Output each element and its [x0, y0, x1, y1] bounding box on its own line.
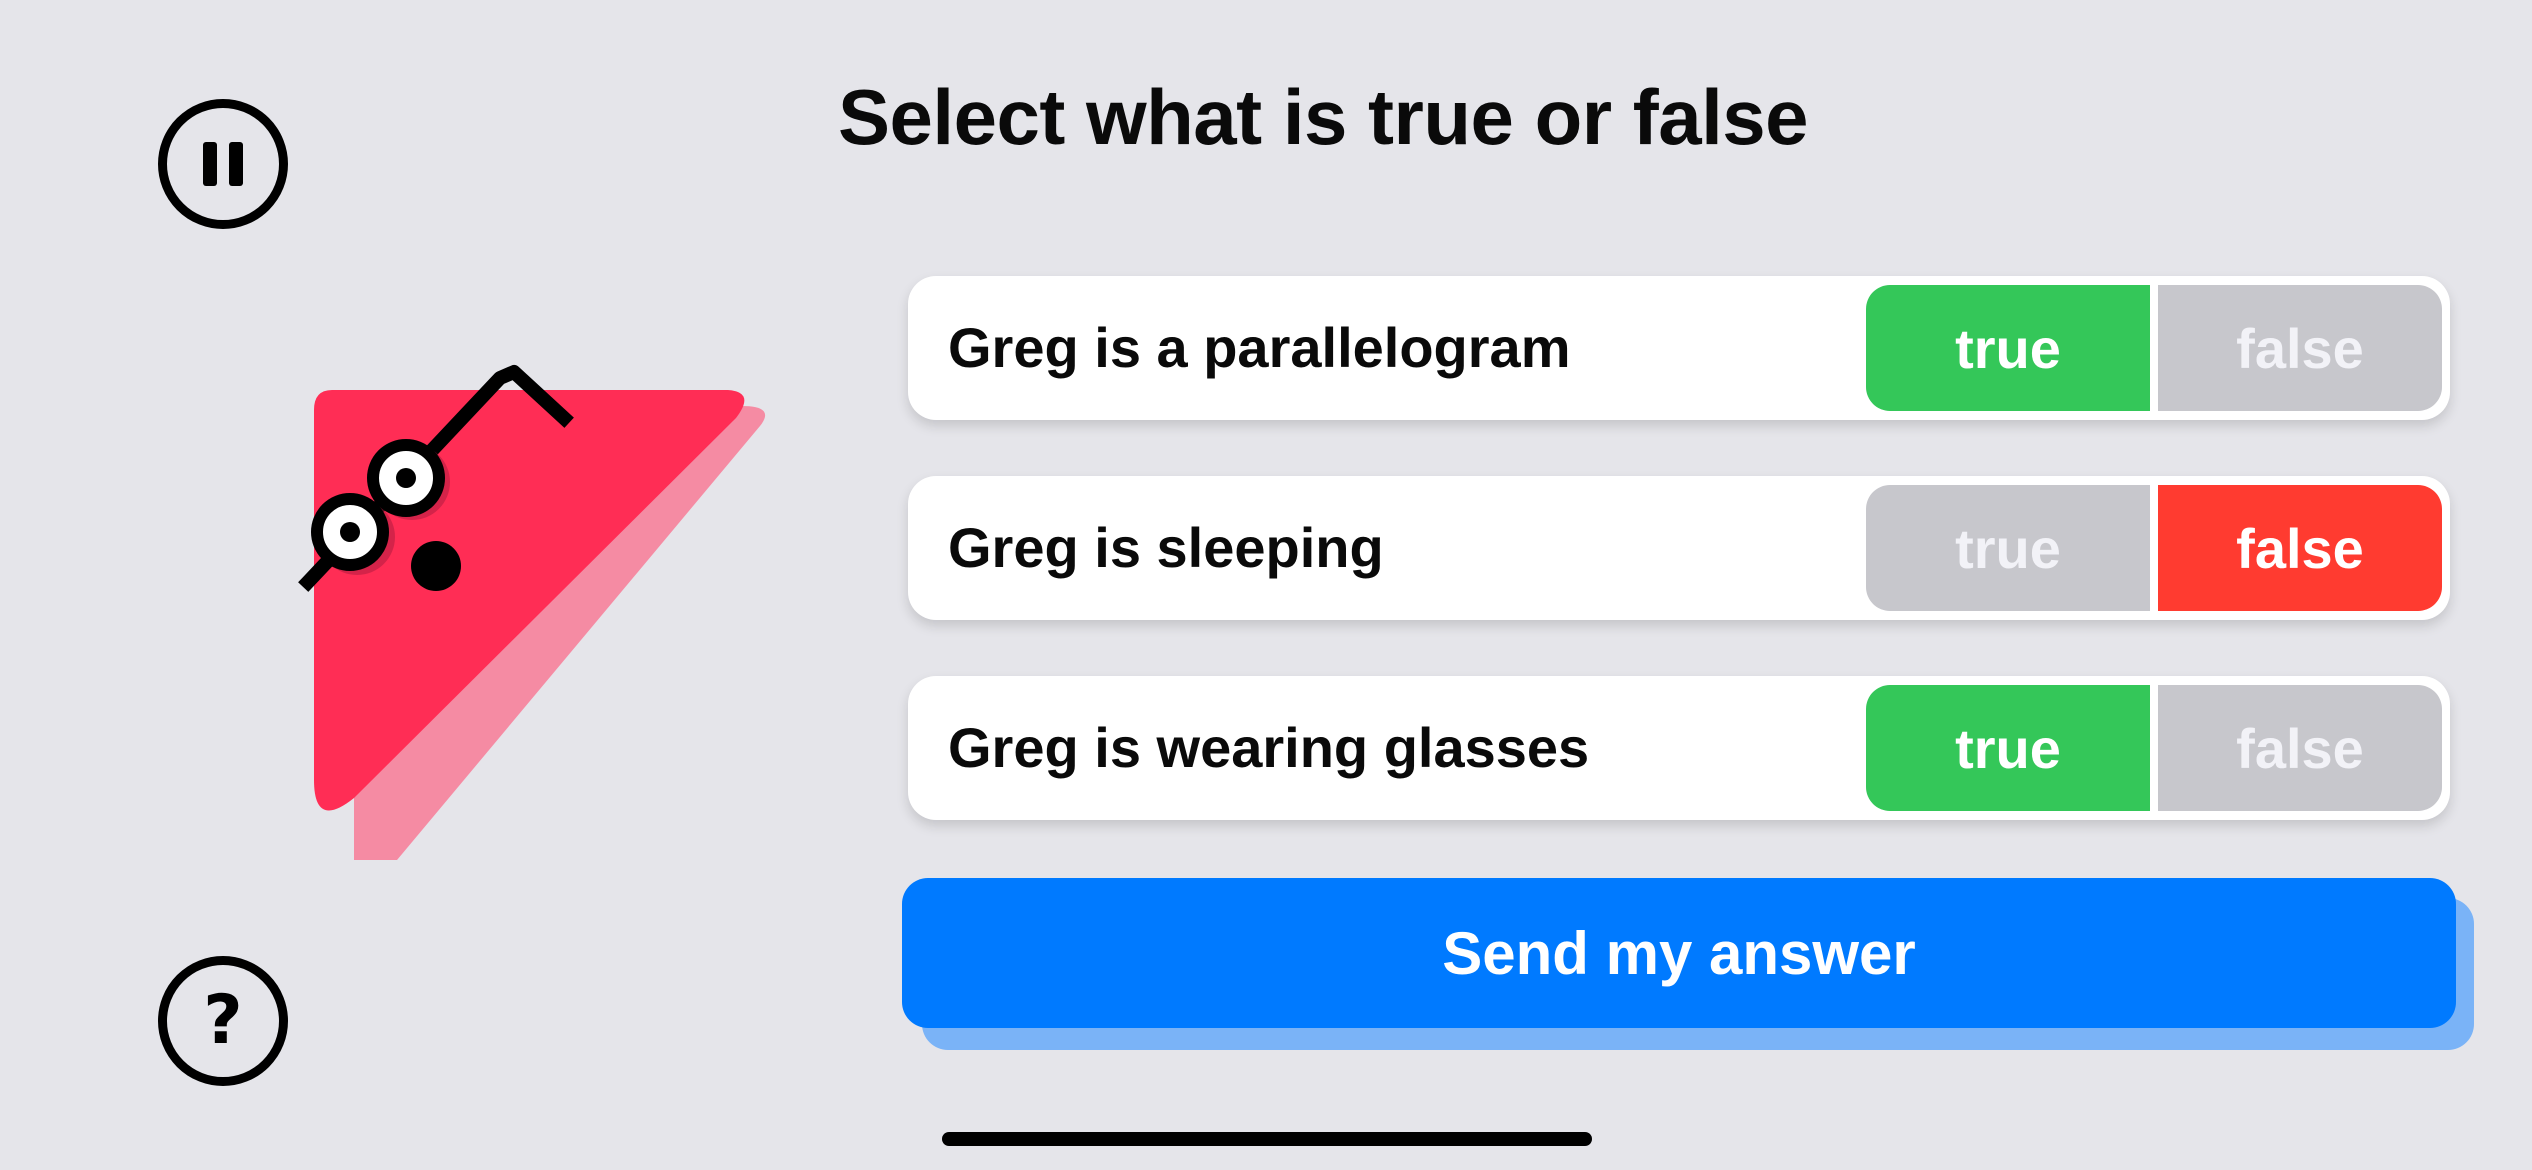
statement-row: Greg is wearing glasses true false [908, 676, 2450, 820]
true-option[interactable]: true [1866, 485, 2150, 611]
false-option[interactable]: false [2158, 285, 2442, 411]
true-false-toggle: true false [1866, 485, 2442, 611]
statement-row: Greg is a parallelogram true false [908, 276, 2450, 420]
true-option[interactable]: true [1866, 685, 2150, 811]
greg-triangle-character [298, 365, 765, 860]
quiz-screen: Select what is true or false Greg is a p… [0, 0, 2532, 1170]
true-false-toggle: true false [1866, 685, 2442, 811]
statement-label: Greg is a parallelogram [948, 316, 1571, 379]
pause-button[interactable] [158, 99, 288, 229]
send-answer-container: Send my answer [902, 878, 2474, 1050]
statement-label: Greg is sleeping [948, 516, 1384, 579]
send-answer-button[interactable]: Send my answer [902, 878, 2456, 1028]
false-option[interactable]: false [2158, 485, 2442, 611]
help-button[interactable]: ? [158, 956, 288, 1086]
statement-list: Greg is a parallelogram true false Greg … [908, 276, 2450, 876]
false-option[interactable]: false [2158, 685, 2442, 811]
mouth [411, 541, 461, 591]
statement-row: Greg is sleeping true false [908, 476, 2450, 620]
true-false-toggle: true false [1866, 285, 2442, 411]
true-option[interactable]: true [1866, 285, 2150, 411]
statement-label: Greg is wearing glasses [948, 716, 1590, 779]
page-title: Select what is true or false [838, 73, 1809, 161]
home-indicator[interactable] [942, 1132, 1592, 1146]
question-icon: ? [203, 981, 243, 1060]
pause-icon [203, 142, 243, 186]
